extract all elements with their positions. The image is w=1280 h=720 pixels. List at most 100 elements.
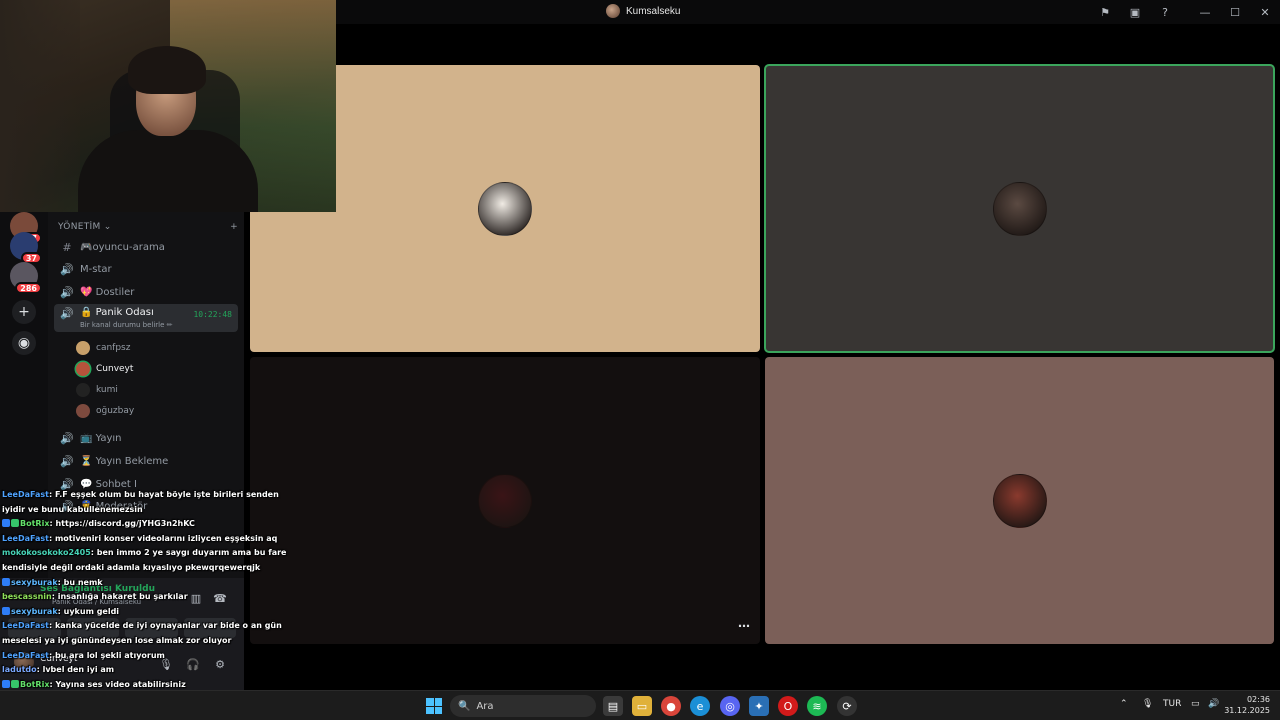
discord-icon[interactable]: ◎	[720, 696, 740, 716]
channel-label: M-star	[80, 263, 112, 275]
edge-icon[interactable]: e	[690, 696, 710, 716]
voice-user[interactable]: oğuzbay	[76, 402, 134, 420]
chat-message: ladutdo: lvbel den iyi am	[0, 663, 300, 678]
task-view-icon[interactable]: ▤	[603, 696, 623, 716]
chat-badge-icon	[11, 679, 19, 688]
voice-user-name: kumi	[96, 385, 118, 395]
avatar	[76, 383, 90, 397]
chat-username: LeeDaFast	[2, 533, 49, 543]
network-icon[interactable]: ▭	[1191, 699, 1200, 709]
speaker-icon: 🔊	[60, 285, 74, 299]
chat-message: bescassnin: insanlığa hakaret bu şarkıla…	[0, 590, 300, 605]
close-icon[interactable]: ✕	[1250, 0, 1280, 24]
video-tile-2[interactable]	[764, 64, 1275, 353]
voice-user[interactable]: Cunveyt	[76, 360, 133, 378]
channel-yayin[interactable]: 🔊 📺 Yayın	[54, 428, 238, 448]
chat-message: LeeDaFast: bu ara lol şekli atıyorum	[0, 649, 300, 664]
chat-message: BotRix: https://discord.gg/jYHG3n2hKC	[0, 517, 300, 532]
search-icon: 🔍	[458, 700, 471, 712]
chat-text: : lvbel den iyi am	[36, 665, 115, 675]
help-icon[interactable]: ?	[1150, 0, 1180, 24]
server-icon[interactable]: 286	[10, 262, 42, 294]
chat-username: LeeDaFast	[2, 490, 49, 499]
chat-username: bescassnin	[2, 592, 52, 602]
channel-oyuncu-arama[interactable]: # 🎮oyuncu-arama	[54, 237, 238, 257]
taskbar-clock[interactable]: 02:36 31.12.2025	[1224, 694, 1270, 716]
participant-avatar	[478, 473, 532, 528]
voice-user-name: Cunveyt	[96, 364, 134, 374]
channel-panik-odasi[interactable]: 🔊 🔒 Panik Odası 10:22:48 Bir kanal durum…	[54, 304, 238, 332]
chat-badge-icon	[2, 606, 10, 615]
video-tile-3[interactable]	[250, 357, 760, 644]
unread-badge: 286	[15, 282, 42, 294]
windows-start-icon[interactable]	[426, 698, 442, 714]
app-icon[interactable]: ✦	[749, 696, 769, 716]
channel-label: 📺 Yayın	[80, 432, 122, 444]
voice-user[interactable]: canfpsz	[76, 339, 130, 357]
voice-user-name: canfpsz	[96, 343, 131, 353]
window-title-text: Kumsalseku	[626, 5, 681, 17]
taskbar-search[interactable]: 🔍 Ara	[450, 695, 596, 717]
channel-dostiler[interactable]: 🔊 💖 Dostiler	[54, 282, 238, 302]
clock-date: 31.12.2025	[1224, 706, 1270, 715]
more-options-icon[interactable]: ⋯	[734, 617, 754, 635]
hash-icon: #	[62, 240, 72, 254]
speaker-icon: 🔊	[60, 307, 74, 320]
screen-share-icon[interactable]: ▣	[1120, 0, 1150, 24]
chat-badge-icon	[2, 519, 10, 528]
speaker-icon: 🔊	[60, 431, 74, 445]
video-stage: ⋯	[244, 24, 1280, 690]
channel-yayin-bekleme[interactable]: 🔊 ⏳ Yayın Bekleme	[54, 451, 238, 471]
window-title: Kumsalseku	[606, 4, 680, 18]
chat-text: : motiveniri konser videolarını izliycen…	[48, 533, 278, 543]
tray-chevron-icon[interactable]: ⌃	[1120, 699, 1128, 709]
participant-avatar	[478, 181, 532, 236]
chat-username: ladutdo	[2, 665, 37, 675]
maximize-icon[interactable]: ☐	[1220, 0, 1250, 24]
add-channel-icon[interactable]: +	[230, 222, 238, 232]
avatar	[76, 404, 90, 418]
channel-label: 🔒 Panik Odası	[80, 307, 154, 318]
call-timer: 10:22:48	[193, 310, 232, 319]
video-tile-4[interactable]	[765, 357, 1274, 644]
chat-username: sexyburak	[11, 577, 58, 587]
minimize-icon[interactable]: —	[1190, 0, 1220, 24]
voice-user[interactable]: kumi	[76, 381, 118, 399]
participant-avatar	[992, 181, 1047, 236]
add-server-icon[interactable]: +	[12, 300, 36, 324]
chat-username: BotRix	[20, 679, 50, 689]
speaker-icon: 🔊	[60, 262, 74, 276]
category-header[interactable]: YÖNETİM ⌄ +	[58, 222, 238, 232]
chat-text: : uykum geldi	[57, 606, 120, 616]
chat-text: : bu nemk	[57, 577, 103, 587]
chat-username: sexyburak	[11, 606, 58, 616]
category-label: YÖNETİM ⌄	[58, 222, 112, 232]
voice-user-name: oğuzbay	[96, 406, 135, 416]
channel-label: ⏳ Yayın Bekleme	[80, 455, 169, 467]
input-language[interactable]: TUR	[1163, 699, 1181, 709]
spotify-icon[interactable]: ≋	[807, 696, 827, 716]
channel-m-star[interactable]: 🔊 M-star	[54, 259, 238, 279]
opera-icon[interactable]: O	[778, 696, 798, 716]
volume-icon[interactable]: 🔊	[1208, 699, 1219, 709]
chat-username: BotRix	[20, 519, 50, 529]
avatar	[76, 362, 90, 376]
explore-icon[interactable]: ◉	[12, 331, 36, 355]
flag-icon[interactable]: ⚑	[1090, 0, 1120, 24]
chat-message: LeeDaFast: motiveniri konser videolarını…	[0, 532, 300, 547]
server-avatar-icon	[606, 4, 620, 18]
chat-badge-icon	[2, 577, 10, 586]
server-icon[interactable]: 37	[10, 232, 42, 264]
search-placeholder: Ara	[476, 700, 494, 712]
taskbar: 🔍 Ara ▤ ▭ ● e ◎ ✦ O ≋ ⟳ ⌃ 🎙 TUR ▭ 🔊 02:3…	[0, 690, 1280, 720]
chat-badge-icon	[2, 679, 10, 688]
channel-label: 💖 Dostiler	[80, 286, 135, 298]
microphone-tray-icon[interactable]: 🎙	[1142, 699, 1153, 709]
channel-status[interactable]: Bir kanal durumu belirle ✏	[80, 321, 173, 329]
app-icon[interactable]: ⟳	[837, 696, 857, 716]
chrome-icon[interactable]: ●	[661, 696, 681, 716]
file-explorer-icon[interactable]: ▭	[632, 696, 652, 716]
speaker-icon: 🔊	[60, 454, 74, 468]
participant-avatar	[992, 473, 1047, 528]
chat-username: LeeDaFast	[2, 621, 49, 631]
